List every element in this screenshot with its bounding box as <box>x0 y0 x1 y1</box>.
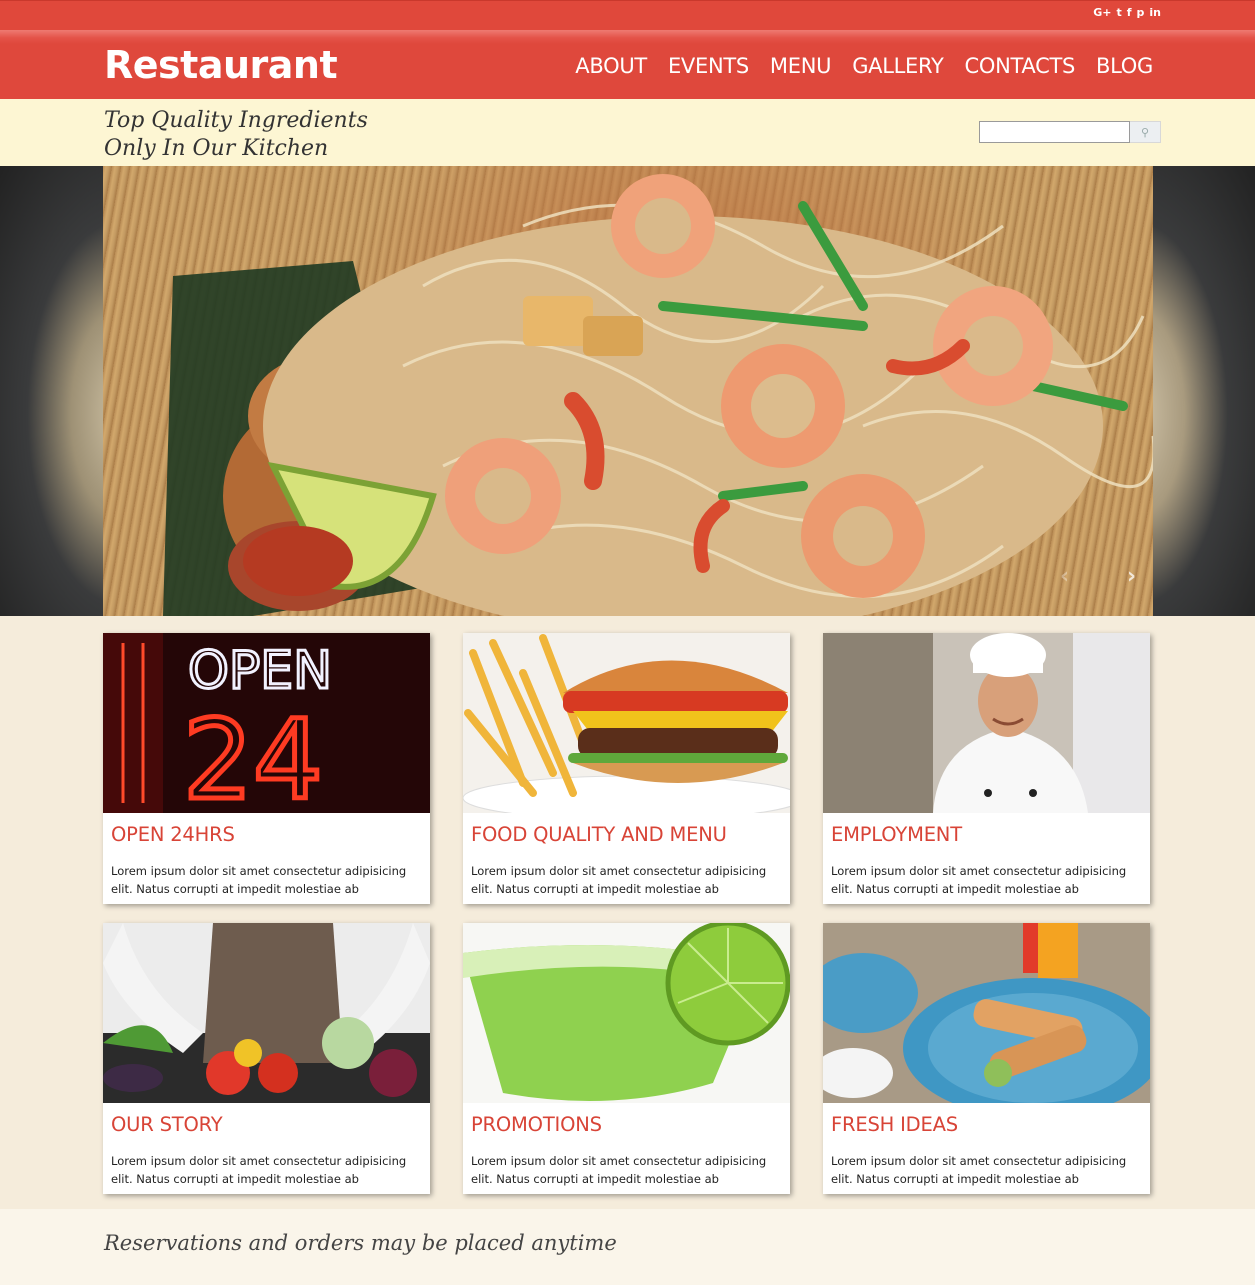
top-social-bar: G+ t f p in <box>0 0 1255 30</box>
site-logo[interactable]: Restaurant <box>104 43 338 87</box>
slider-next-slide-preview <box>1153 166 1255 616</box>
social-links: G+ t f p in <box>1093 6 1161 20</box>
card-title[interactable]: PROMOTIONS <box>471 1113 790 1136</box>
site-header: Restaurant ABOUT EVENTS MENU GALLERY CON… <box>0 30 1255 99</box>
chevron-left-icon[interactable]: ‹ <box>1060 564 1069 589</box>
card-our-story[interactable]: OUR STORY Lorem ipsum dolor sit amet con… <box>103 923 430 1194</box>
twitter-icon[interactable]: t <box>1116 6 1121 20</box>
nav-events[interactable]: EVENTS <box>668 54 749 78</box>
card-title[interactable]: FOOD QUALITY AND MENU <box>471 823 790 846</box>
search-form: ⚲ <box>979 121 1161 143</box>
facebook-icon[interactable]: f <box>1127 6 1132 20</box>
svg-text:24: 24 <box>183 696 323 813</box>
card-text: Lorem ipsum dolor sit amet consectetur a… <box>471 864 767 896</box>
search-icon: ⚲ <box>1140 126 1150 139</box>
nav-about[interactable]: ABOUT <box>575 54 647 78</box>
pinterest-icon[interactable]: p <box>1137 6 1145 20</box>
card-title[interactable]: EMPLOYMENT <box>831 823 1150 846</box>
card-title[interactable]: FRESH IDEAS <box>831 1113 1150 1136</box>
nav-gallery[interactable]: GALLERY <box>852 54 944 78</box>
card-title[interactable]: OPEN 24HRS <box>111 823 430 846</box>
main-nav: ABOUT EVENTS MENU GALLERY CONTACTS BLOG <box>575 54 1153 78</box>
card-title[interactable]: OUR STORY <box>111 1113 430 1136</box>
burger-image <box>463 633 790 813</box>
card-text: Lorem ipsum dolor sit amet consectetur a… <box>111 1154 407 1186</box>
card-promotions[interactable]: PROMOTIONS Lorem ipsum dolor sit amet co… <box>463 923 790 1194</box>
svg-text:OPEN: OPEN <box>188 641 332 701</box>
reservation-strip: Reservations and orders may be placed an… <box>0 1209 1255 1285</box>
card-open-24hrs[interactable]: OPEN 24 OPEN 24HRS Lorem ipsum dolor sit… <box>103 633 430 904</box>
card-text: Lorem ipsum dolor sit amet consectetur a… <box>831 1154 1127 1186</box>
chef-image <box>823 633 1150 813</box>
nav-menu[interactable]: MENU <box>770 54 832 78</box>
card-text: Lorem ipsum dolor sit amet consectetur a… <box>471 1154 767 1186</box>
hero-food-illustration <box>163 174 1153 616</box>
spring-rolls-image <box>823 923 1150 1103</box>
search-input[interactable] <box>979 121 1130 143</box>
chevron-right-icon[interactable]: › <box>1127 564 1136 589</box>
open-24-neon-image: OPEN 24 <box>103 633 430 813</box>
nav-contacts[interactable]: CONTACTS <box>965 54 1076 78</box>
google-plus-icon[interactable]: G+ <box>1093 6 1111 20</box>
linkedin-icon[interactable]: in <box>1149 6 1161 20</box>
hero-image-pad-thai <box>103 166 1153 616</box>
card-food-quality[interactable]: FOOD QUALITY AND MENU Lorem ipsum dolor … <box>463 633 790 904</box>
reservation-text: Reservations and orders may be placed an… <box>104 1231 617 1255</box>
vegetables-image <box>103 923 430 1103</box>
tagline-line-2: Only In Our Kitchen <box>104 136 329 161</box>
tagline-line-1: Top Quality Ingredients <box>104 108 368 133</box>
card-employment[interactable]: EMPLOYMENT Lorem ipsum dolor sit amet co… <box>823 633 1150 904</box>
tagline-strip: Top Quality Ingredients Only In Our Kitc… <box>0 99 1255 166</box>
card-text: Lorem ipsum dolor sit amet consectetur a… <box>831 864 1127 896</box>
card-text: Lorem ipsum dolor sit amet consectetur a… <box>111 864 407 896</box>
nav-blog[interactable]: BLOG <box>1096 54 1153 78</box>
cocktail-image <box>463 923 790 1103</box>
slider-prev-slide-preview <box>0 166 103 616</box>
card-fresh-ideas[interactable]: FRESH IDEAS Lorem ipsum dolor sit amet c… <box>823 923 1150 1194</box>
tagline: Top Quality Ingredients Only In Our Kitc… <box>104 107 368 163</box>
search-button[interactable]: ⚲ <box>1130 121 1161 143</box>
hero-slider[interactable]: ‹ › <box>0 166 1255 616</box>
